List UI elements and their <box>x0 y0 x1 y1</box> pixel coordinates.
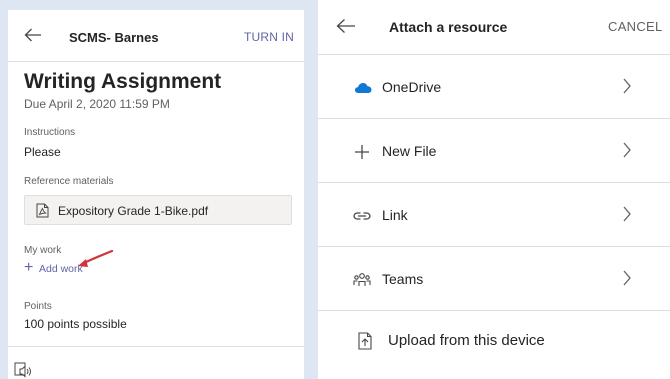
points-label: Points <box>24 301 52 312</box>
attach-resource-panel: Attach a resource CANCEL OneDrive New Fi… <box>318 0 670 379</box>
cancel-button[interactable]: CANCEL <box>608 19 663 34</box>
upload-icon <box>358 332 372 350</box>
resource-item-upload[interactable]: Upload from this device <box>318 311 670 375</box>
resource-item-label: New File <box>382 143 437 159</box>
link-icon <box>353 212 371 220</box>
annotation-arrow-icon <box>78 249 114 267</box>
chevron-right-icon <box>623 270 631 286</box>
reference-file-card[interactable]: Expository Grade 1-Bike.pdf <box>24 195 292 225</box>
resource-item-label: Link <box>382 207 408 223</box>
due-date: Due April 2, 2020 11:59 PM <box>24 97 170 111</box>
divider <box>8 346 304 347</box>
resource-item-link[interactable]: Link <box>318 183 670 247</box>
attach-header: Attach a resource CANCEL <box>318 0 670 55</box>
teams-icon <box>353 273 371 286</box>
chevron-right-icon <box>623 142 631 158</box>
assignment-title: Writing Assignment <box>24 70 222 93</box>
onedrive-icon <box>355 83 372 93</box>
resource-item-new-file[interactable]: New File <box>318 119 670 183</box>
immersive-reader-icon[interactable] <box>14 362 34 379</box>
instructions-text: Please <box>24 145 61 159</box>
chevron-right-icon <box>623 78 631 94</box>
pdf-file-icon <box>36 203 49 218</box>
assignment-header: SCMS- Barnes TURN IN <box>8 10 304 62</box>
resource-item-label: Upload from this device <box>388 332 545 349</box>
points-value: 100 points possible <box>24 317 127 331</box>
back-arrow-icon[interactable] <box>24 28 42 42</box>
plus-icon <box>355 145 369 159</box>
chevron-right-icon <box>623 206 631 222</box>
my-work-label: My work <box>24 245 62 256</box>
reference-materials-label: Reference materials <box>24 176 114 187</box>
instructions-label: Instructions <box>24 127 76 138</box>
plus-icon: + <box>24 259 34 276</box>
attach-title: Attach a resource <box>389 19 508 35</box>
resource-item-teams[interactable]: Teams <box>318 247 670 311</box>
class-title: SCMS- Barnes <box>69 30 159 45</box>
resource-item-label: OneDrive <box>382 79 442 95</box>
reference-file-name: Expository Grade 1-Bike.pdf <box>58 204 209 218</box>
resource-item-label: Teams <box>382 271 424 287</box>
assignment-panel: SCMS- Barnes TURN IN Writing Assignment … <box>8 10 304 379</box>
back-arrow-icon[interactable] <box>336 18 356 34</box>
resource-item-onedrive[interactable]: OneDrive <box>318 55 670 119</box>
turn-in-button[interactable]: TURN IN <box>244 30 294 44</box>
